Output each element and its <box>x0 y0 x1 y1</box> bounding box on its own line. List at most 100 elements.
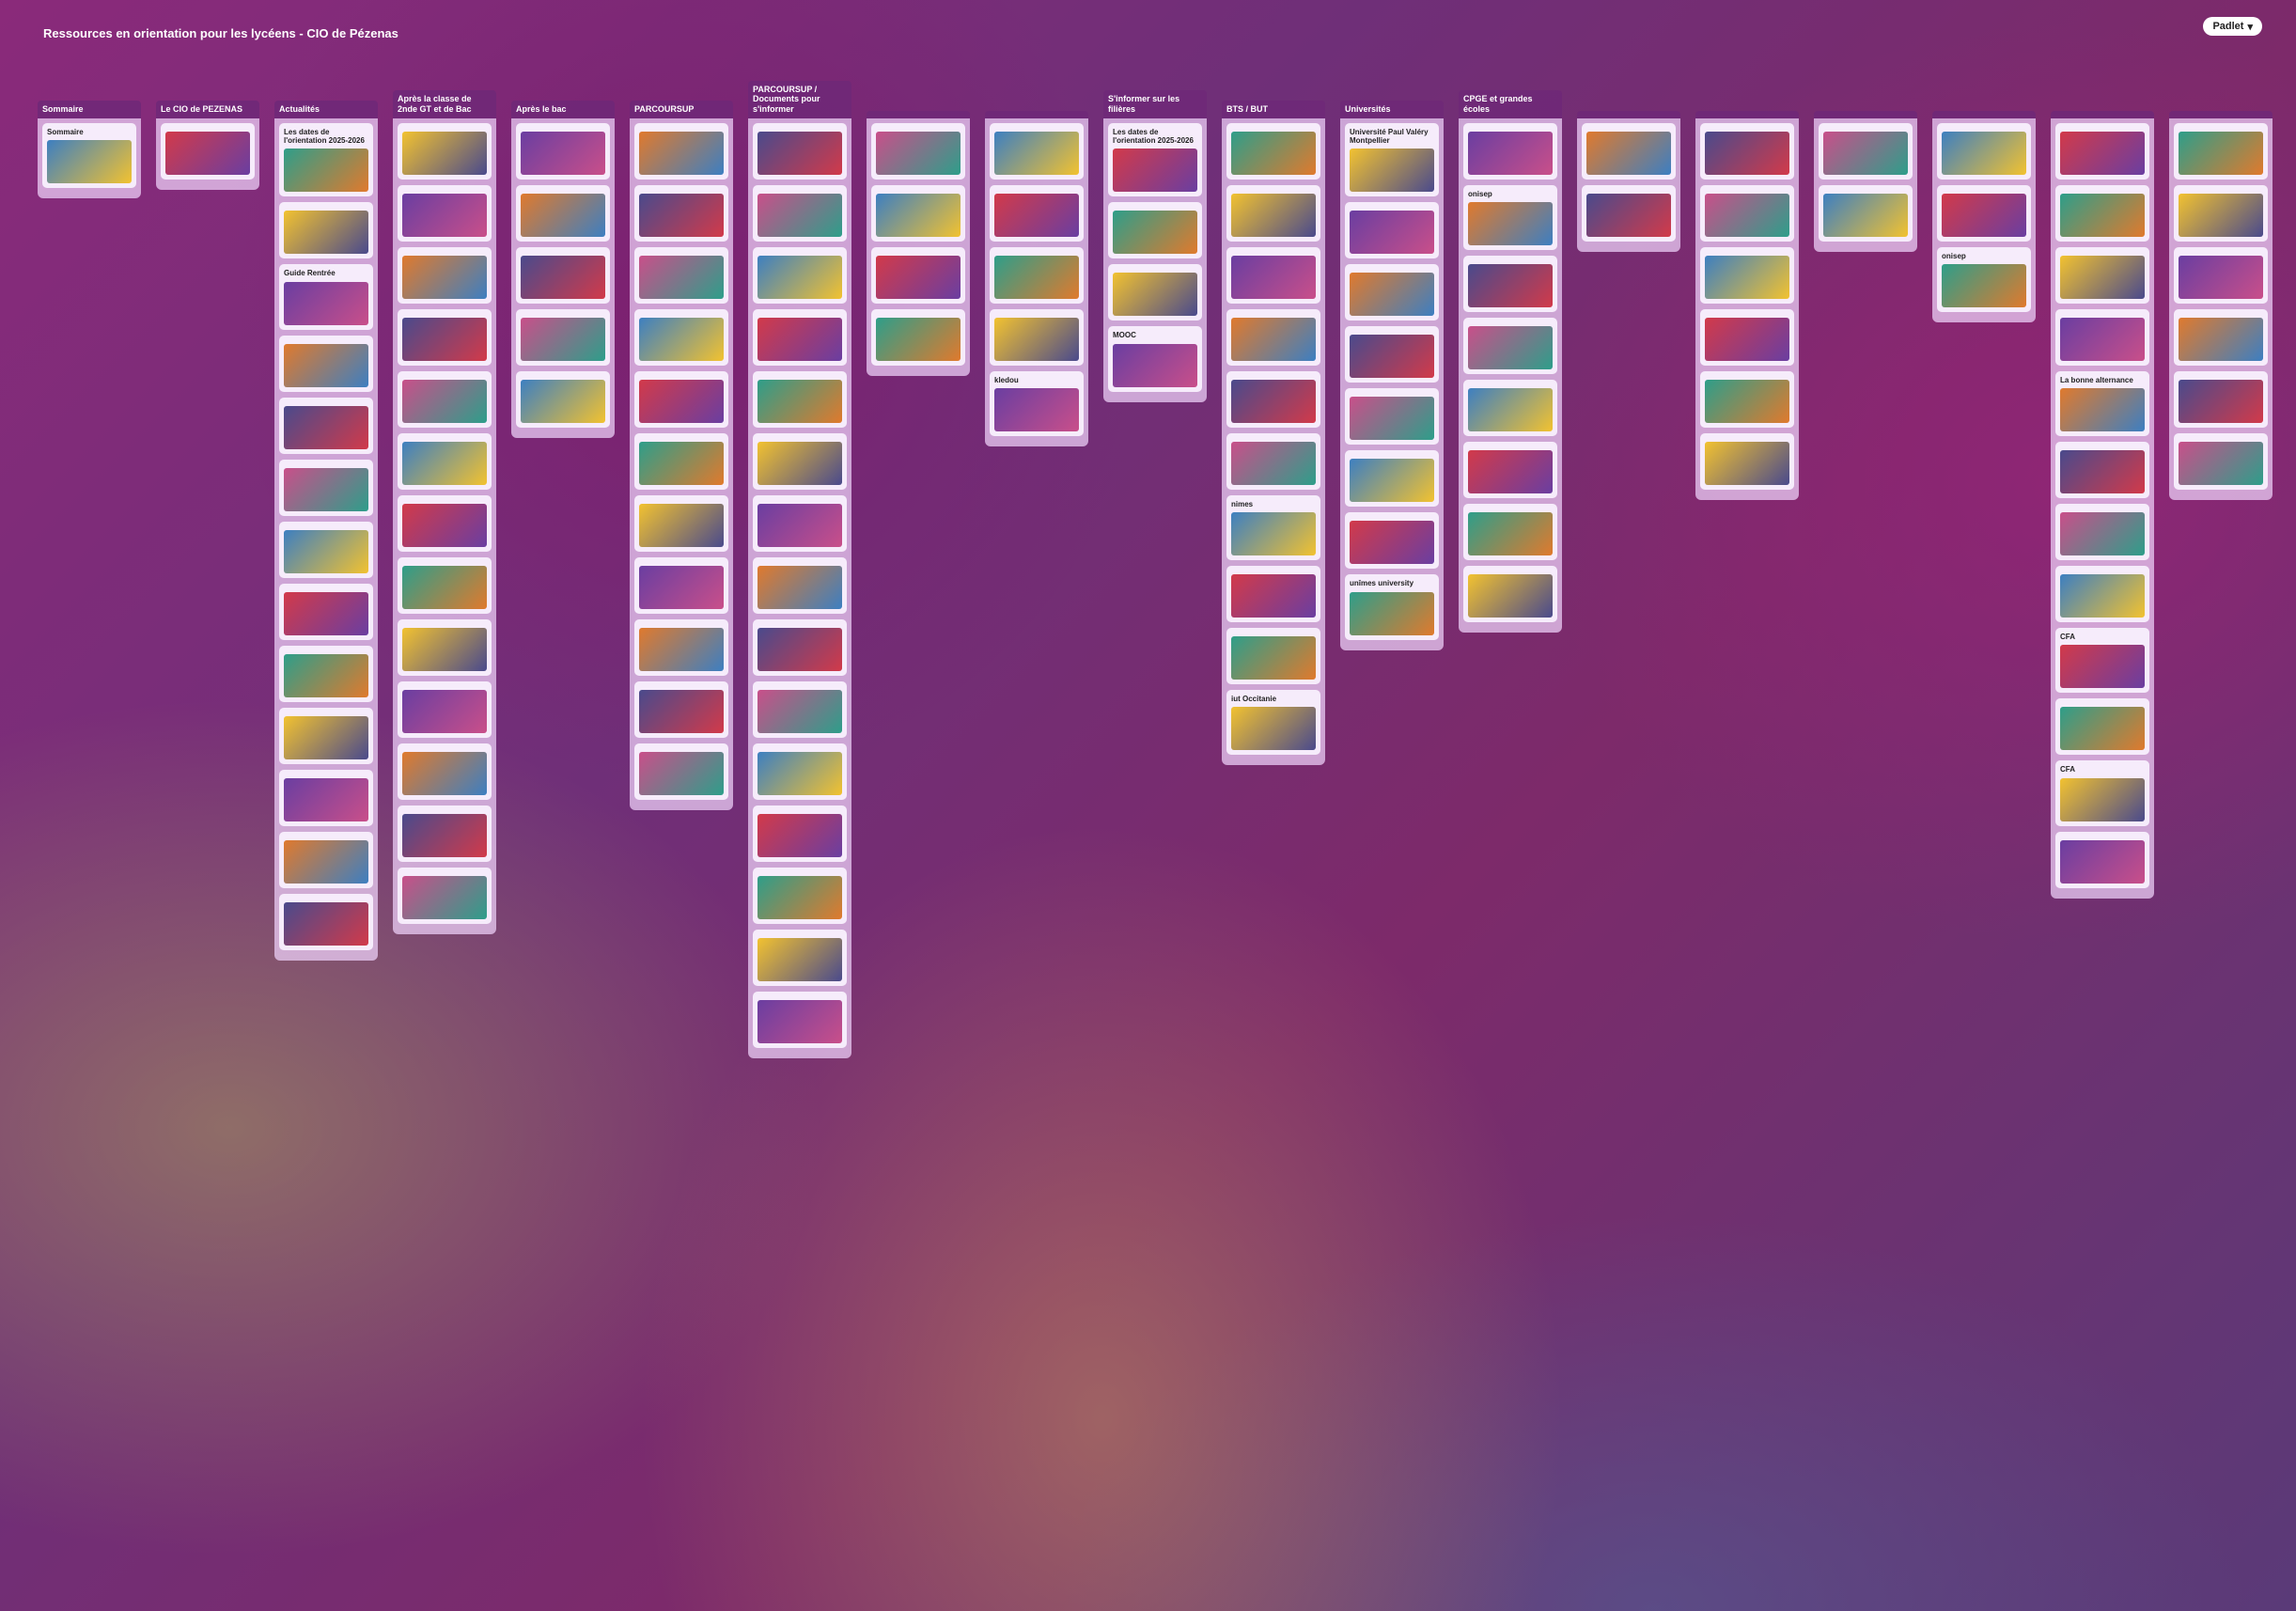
post-card[interactable] <box>990 309 1084 366</box>
post-card[interactable] <box>398 247 492 304</box>
column-title[interactable]: BTS / BUT <box>1222 101 1325 118</box>
post-card[interactable] <box>279 397 373 454</box>
post-card[interactable] <box>1345 264 1439 321</box>
post-card[interactable] <box>634 123 728 180</box>
post-card[interactable]: Université Paul Valéry Montpellier <box>1345 123 1439 197</box>
post-card[interactable] <box>1226 309 1320 366</box>
post-card[interactable] <box>1463 566 1557 623</box>
post-card[interactable] <box>1463 504 1557 561</box>
column-title[interactable] <box>1577 111 1680 118</box>
post-card[interactable] <box>1582 185 1676 242</box>
post-card[interactable] <box>1700 123 1794 180</box>
post-card[interactable] <box>2174 247 2268 304</box>
post-card[interactable] <box>398 185 492 242</box>
column-title[interactable]: Actualités <box>274 101 378 118</box>
post-card[interactable] <box>990 247 1084 304</box>
post-card[interactable] <box>753 619 847 676</box>
post-card[interactable] <box>1226 628 1320 685</box>
post-card[interactable] <box>2174 309 2268 366</box>
post-card[interactable] <box>1345 450 1439 508</box>
post-card[interactable] <box>753 309 847 366</box>
post-card[interactable] <box>161 123 255 180</box>
post-card[interactable] <box>634 309 728 366</box>
post-card[interactable] <box>990 123 1084 180</box>
post-card[interactable] <box>871 309 965 366</box>
post-card[interactable] <box>398 495 492 552</box>
post-card[interactable] <box>634 247 728 304</box>
post-card[interactable] <box>1819 123 1913 180</box>
post-card[interactable] <box>2055 504 2149 561</box>
post-card[interactable] <box>1226 433 1320 490</box>
post-card[interactable] <box>398 619 492 676</box>
post-card[interactable]: Sommaire <box>42 123 136 189</box>
post-card[interactable] <box>753 557 847 614</box>
post-card[interactable] <box>634 681 728 738</box>
post-card[interactable] <box>634 371 728 428</box>
post-card[interactable] <box>634 743 728 800</box>
post-card[interactable] <box>1700 185 1794 242</box>
post-card[interactable]: MOOC <box>1108 326 1202 392</box>
post-card[interactable] <box>1226 371 1320 428</box>
column-title[interactable]: Après la classe de 2nde GT et de Bac <box>393 90 496 118</box>
post-card[interactable] <box>753 123 847 180</box>
post-card[interactable] <box>2174 433 2268 490</box>
post-card[interactable] <box>753 371 847 428</box>
post-card[interactable]: unîmes university <box>1345 574 1439 640</box>
column-title[interactable] <box>985 111 1088 118</box>
post-card[interactable] <box>1345 388 1439 446</box>
post-card[interactable] <box>2055 185 2149 242</box>
post-card[interactable] <box>1345 202 1439 259</box>
post-card[interactable] <box>753 433 847 490</box>
column-title[interactable]: Après le bac <box>511 101 615 118</box>
post-card[interactable] <box>753 681 847 738</box>
column-title[interactable]: S'informer sur les filières <box>1103 90 1207 118</box>
post-card[interactable] <box>2055 123 2149 180</box>
column-title[interactable]: Universités <box>1340 101 1444 118</box>
post-card[interactable] <box>1582 123 1676 180</box>
post-card[interactable] <box>398 681 492 738</box>
post-card[interactable] <box>1226 566 1320 623</box>
post-card[interactable] <box>634 185 728 242</box>
column-title[interactable] <box>2051 111 2154 118</box>
post-card[interactable] <box>1700 247 1794 304</box>
post-card[interactable] <box>2055 566 2149 623</box>
post-card[interactable]: CFA <box>2055 628 2149 694</box>
post-card[interactable] <box>516 123 610 180</box>
post-card[interactable] <box>634 619 728 676</box>
column-title[interactable] <box>1932 111 2036 118</box>
post-card[interactable] <box>1700 371 1794 428</box>
post-card[interactable]: iut Occitanie <box>1226 690 1320 756</box>
post-card[interactable]: onisep <box>1463 185 1557 251</box>
post-card[interactable] <box>634 495 728 552</box>
post-card[interactable] <box>753 992 847 1048</box>
post-card[interactable] <box>1463 123 1557 180</box>
post-card[interactable] <box>516 185 610 242</box>
post-card[interactable] <box>398 371 492 428</box>
post-card[interactable] <box>634 433 728 490</box>
column-title[interactable]: Sommaire <box>38 101 141 118</box>
post-card[interactable] <box>279 335 373 392</box>
post-card[interactable] <box>1937 185 2031 242</box>
post-card[interactable]: CFA <box>2055 760 2149 826</box>
post-card[interactable] <box>279 831 373 888</box>
post-card[interactable] <box>279 893 373 950</box>
post-card[interactable] <box>1819 185 1913 242</box>
post-card[interactable] <box>398 743 492 800</box>
column-title[interactable]: PARCOURSUP <box>630 101 733 118</box>
post-card[interactable] <box>2055 831 2149 888</box>
post-card[interactable] <box>279 521 373 578</box>
post-card[interactable] <box>2055 247 2149 304</box>
post-card[interactable] <box>753 868 847 924</box>
post-card[interactable]: onisep <box>1937 247 2031 313</box>
post-card[interactable]: La bonne alternance <box>2055 371 2149 437</box>
post-card[interactable] <box>2174 185 2268 242</box>
post-card[interactable]: Guide Rentrée <box>279 264 373 330</box>
column-title[interactable] <box>1814 111 1917 118</box>
post-card[interactable] <box>1108 202 1202 259</box>
post-card[interactable] <box>753 185 847 242</box>
post-card[interactable] <box>279 202 373 259</box>
post-card[interactable] <box>1226 123 1320 180</box>
post-card[interactable]: Les dates de l'orientation 2025-2026 <box>1108 123 1202 197</box>
post-card[interactable] <box>2055 698 2149 756</box>
post-card[interactable] <box>753 743 847 800</box>
